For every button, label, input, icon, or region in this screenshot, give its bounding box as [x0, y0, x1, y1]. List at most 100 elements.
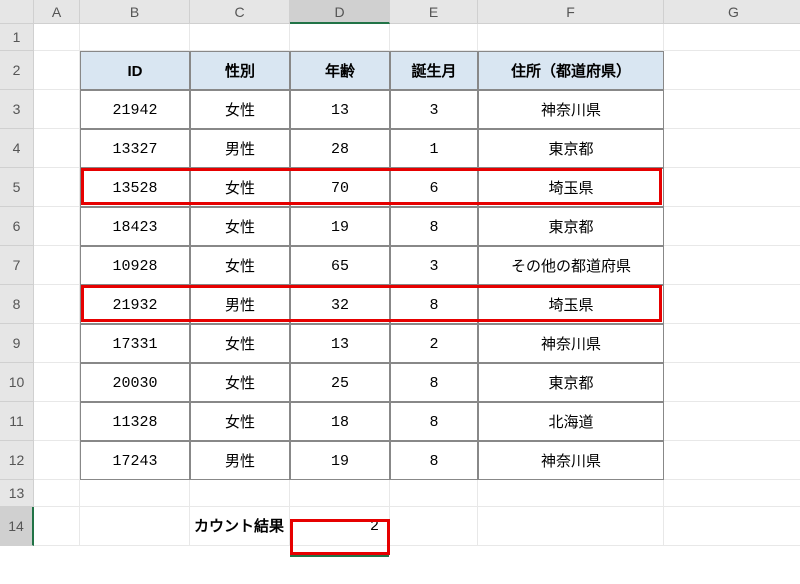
cell-F10[interactable]: 東京都 — [478, 363, 664, 402]
cell-A5[interactable] — [34, 168, 80, 207]
cell-G4[interactable] — [664, 129, 800, 168]
cell-A4[interactable] — [34, 129, 80, 168]
cell-B10[interactable]: 20030 — [80, 363, 190, 402]
cell-E11[interactable]: 8 — [390, 402, 478, 441]
row-header-12[interactable]: 12 — [0, 441, 34, 480]
cell-D9[interactable]: 13 — [290, 324, 390, 363]
cell-D2[interactable]: 年齢 — [290, 51, 390, 90]
cell-A13[interactable] — [34, 480, 80, 507]
cell-C11[interactable]: 女性 — [190, 402, 290, 441]
cell-E6[interactable]: 8 — [390, 207, 478, 246]
cell-D13[interactable] — [290, 480, 390, 507]
cell-D8[interactable]: 32 — [290, 285, 390, 324]
col-header-G[interactable]: G — [664, 0, 800, 24]
cell-A12[interactable] — [34, 441, 80, 480]
cell-A9[interactable] — [34, 324, 80, 363]
cell-E8[interactable]: 8 — [390, 285, 478, 324]
cell-B2[interactable]: ID — [80, 51, 190, 90]
select-all-corner[interactable] — [0, 0, 34, 24]
cell-B8[interactable]: 21932 — [80, 285, 190, 324]
cell-A3[interactable] — [34, 90, 80, 129]
cell-C13[interactable] — [190, 480, 290, 507]
cell-F9[interactable]: 神奈川県 — [478, 324, 664, 363]
cell-F7[interactable]: その他の都道府県 — [478, 246, 664, 285]
cell-C5[interactable]: 女性 — [190, 168, 290, 207]
row-header-14[interactable]: 14 — [0, 507, 34, 546]
cell-C3[interactable]: 女性 — [190, 90, 290, 129]
cell-C1[interactable] — [190, 24, 290, 51]
cell-C8[interactable]: 男性 — [190, 285, 290, 324]
cell-F12[interactable]: 神奈川県 — [478, 441, 664, 480]
row-header-4[interactable]: 4 — [0, 129, 34, 168]
cell-B6[interactable]: 18423 — [80, 207, 190, 246]
cell-F5[interactable]: 埼玉県 — [478, 168, 664, 207]
cell-E7[interactable]: 3 — [390, 246, 478, 285]
cell-E10[interactable]: 8 — [390, 363, 478, 402]
col-header-C[interactable]: C — [190, 0, 290, 24]
cell-D14-count-value[interactable]: 2 — [290, 507, 390, 546]
cell-B11[interactable]: 11328 — [80, 402, 190, 441]
col-header-B[interactable]: B — [80, 0, 190, 24]
cell-F11[interactable]: 北海道 — [478, 402, 664, 441]
cell-C6[interactable]: 女性 — [190, 207, 290, 246]
cell-D5[interactable]: 70 — [290, 168, 390, 207]
row-header-9[interactable]: 9 — [0, 324, 34, 363]
cell-G5[interactable] — [664, 168, 800, 207]
cell-D11[interactable]: 18 — [290, 402, 390, 441]
cell-C12[interactable]: 男性 — [190, 441, 290, 480]
cell-B4[interactable]: 13327 — [80, 129, 190, 168]
cell-E12[interactable]: 8 — [390, 441, 478, 480]
row-header-5[interactable]: 5 — [0, 168, 34, 207]
cell-D10[interactable]: 25 — [290, 363, 390, 402]
col-header-D[interactable]: D — [290, 0, 390, 24]
cell-E13[interactable] — [390, 480, 478, 507]
cell-E3[interactable]: 3 — [390, 90, 478, 129]
cell-G12[interactable] — [664, 441, 800, 480]
cell-B3[interactable]: 21942 — [80, 90, 190, 129]
cell-F8[interactable]: 埼玉県 — [478, 285, 664, 324]
cell-G11[interactable] — [664, 402, 800, 441]
cell-G10[interactable] — [664, 363, 800, 402]
cell-B13[interactable] — [80, 480, 190, 507]
cell-E14[interactable] — [390, 507, 478, 546]
cell-G9[interactable] — [664, 324, 800, 363]
spreadsheet[interactable]: A B C D E F G 1 2 ID 性別 年齢 誕生月 住所（都道府県） … — [0, 0, 800, 546]
cell-A10[interactable] — [34, 363, 80, 402]
cell-E2[interactable]: 誕生月 — [390, 51, 478, 90]
cell-F4[interactable]: 東京都 — [478, 129, 664, 168]
cell-A6[interactable] — [34, 207, 80, 246]
cell-A11[interactable] — [34, 402, 80, 441]
cell-G2[interactable] — [664, 51, 800, 90]
cell-G1[interactable] — [664, 24, 800, 51]
cell-G14[interactable] — [664, 507, 800, 546]
row-header-1[interactable]: 1 — [0, 24, 34, 51]
cell-E5[interactable]: 6 — [390, 168, 478, 207]
cell-B1[interactable] — [80, 24, 190, 51]
cell-F1[interactable] — [478, 24, 664, 51]
col-header-E[interactable]: E — [390, 0, 478, 24]
cell-B12[interactable]: 17243 — [80, 441, 190, 480]
cell-C14-count-label[interactable]: カウント結果 — [190, 507, 290, 546]
row-header-11[interactable]: 11 — [0, 402, 34, 441]
cell-D6[interactable]: 19 — [290, 207, 390, 246]
cell-B14[interactable] — [80, 507, 190, 546]
cell-B5[interactable]: 13528 — [80, 168, 190, 207]
row-header-13[interactable]: 13 — [0, 480, 34, 507]
cell-F13[interactable] — [478, 480, 664, 507]
cell-E9[interactable]: 2 — [390, 324, 478, 363]
cell-E4[interactable]: 1 — [390, 129, 478, 168]
cell-G3[interactable] — [664, 90, 800, 129]
cell-B9[interactable]: 17331 — [80, 324, 190, 363]
cell-E1[interactable] — [390, 24, 478, 51]
cell-C4[interactable]: 男性 — [190, 129, 290, 168]
cell-G6[interactable] — [664, 207, 800, 246]
row-header-6[interactable]: 6 — [0, 207, 34, 246]
cell-F3[interactable]: 神奈川県 — [478, 90, 664, 129]
cell-G8[interactable] — [664, 285, 800, 324]
cell-G7[interactable] — [664, 246, 800, 285]
cell-A14[interactable] — [34, 507, 80, 546]
cell-A7[interactable] — [34, 246, 80, 285]
cell-D1[interactable] — [290, 24, 390, 51]
row-header-10[interactable]: 10 — [0, 363, 34, 402]
cell-G13[interactable] — [664, 480, 800, 507]
